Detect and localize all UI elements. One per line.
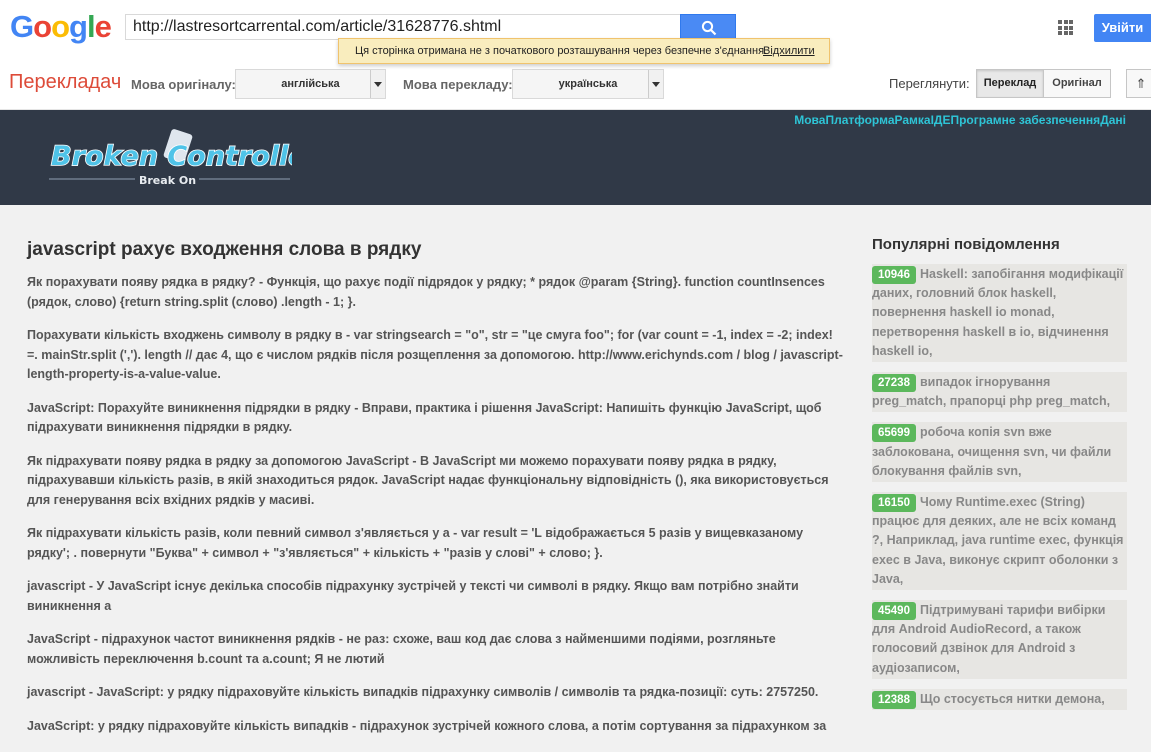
article-paragraph: Як підрахувати появу рядка в рядку за до…: [27, 453, 829, 507]
view-label: Переглянути:: [889, 76, 970, 91]
article-paragraph: JavaScript - підрахунок частот виникненн…: [27, 632, 776, 666]
nav-item-software[interactable]: Програмне забезпечення: [950, 113, 1100, 127]
sidebar-title: Популярні повідомлення: [872, 236, 1060, 253]
chevron-down-icon: [648, 70, 663, 98]
translate-toolbar: Перекладач Мова оригіналу: англійська Мо…: [0, 56, 1151, 110]
google-logo[interactable]: Google: [10, 9, 112, 45]
notice-text: Ця сторінка отримана не з початкового ро…: [355, 45, 768, 57]
popular-post-item[interactable]: 12388 Що стосується нитки демона,: [872, 688, 1127, 711]
nav-item-framework[interactable]: Рамка: [895, 113, 931, 127]
article: javascript рахує входження слова в рядку…: [27, 237, 847, 750]
popular-post-item[interactable]: 10946 Haskell: запобігання модифікації да…: [872, 264, 1127, 363]
source-language-select[interactable]: англійська: [235, 69, 386, 99]
article-paragraph: JavaScript: Порахуйте виникнення підрядк…: [27, 400, 822, 435]
target-language-select[interactable]: українська: [512, 69, 664, 99]
view-count-badge: 12388: [872, 690, 916, 709]
popular-post-item[interactable]: 16150 Чому Runtime.exec (String) працює д…: [872, 492, 1127, 591]
chevron-down-icon: [370, 70, 385, 98]
post-text[interactable]: Що стосується нитки демона,: [920, 692, 1105, 706]
dismiss-link[interactable]: Відхилити: [763, 39, 815, 63]
nav-item-language[interactable]: Мова: [794, 113, 825, 127]
collapse-arrow-icon: ⇑: [1135, 76, 1147, 91]
source-language-label: Мова оригіналу:: [131, 77, 236, 92]
signin-button[interactable]: Увійти: [1094, 14, 1151, 42]
translator-title[interactable]: Перекладач: [9, 71, 121, 94]
view-count-badge: 16150: [872, 494, 916, 513]
apps-grid-icon[interactable]: [1058, 20, 1073, 35]
view-count-badge: 10946: [872, 266, 916, 284]
popular-post-item[interactable]: 27238 випадок ігнорування preg_match, пра…: [872, 372, 1127, 413]
target-language-label: Мова перекладу:: [403, 77, 513, 92]
view-translation-button[interactable]: Переклад: [976, 69, 1044, 98]
svg-text:Break On: Break On: [139, 174, 196, 187]
nav-item-ide[interactable]: IДЕ: [931, 113, 951, 127]
site-nav: МоваПлатформаРамкаIДЕПрограмне забезпече…: [794, 113, 1126, 127]
search-button[interactable]: [680, 14, 736, 41]
popular-post-item[interactable]: 65699 робоча копія svn вже заблокована, о…: [872, 422, 1127, 483]
article-paragraph: JavaScript: у рядку підраховуйте кількіс…: [27, 718, 827, 733]
article-paragraph: Порахувати кількість входжень символу в …: [27, 328, 843, 381]
collapse-toolbar-button[interactable]: ⇑: [1126, 69, 1151, 98]
article-paragraph: javascript - У JavaScript існує декілька…: [27, 579, 799, 613]
security-notice: Ця сторінка отримана не з початкового ро…: [338, 38, 830, 64]
site-header: Broken Controllers Break On МоваПлатформ…: [0, 110, 1151, 205]
popular-posts-sidebar: Популярні повідомлення 10946 Haskell: зап…: [872, 234, 1127, 720]
svg-text:Broken Controllers: Broken Controllers: [51, 141, 292, 172]
view-original-button[interactable]: Оригінал: [1043, 69, 1111, 98]
article-paragraph: Як порахувати появу рядка в рядку? - Фун…: [27, 275, 825, 309]
view-count-badge: 27238: [872, 374, 916, 393]
article-paragraph: javascript - JavaScript: у рядку підрахо…: [27, 685, 819, 699]
broken-controllers-logo[interactable]: Broken Controllers Break On: [47, 127, 292, 197]
view-count-badge: 45490: [872, 602, 916, 621]
search-icon: [701, 20, 717, 36]
popular-post-item[interactable]: 45490 Підтримувані тарифи вибірки для And…: [872, 600, 1127, 679]
article-paragraph: Як підрахувати кількість разів, коли пев…: [27, 526, 804, 560]
url-input[interactable]: http://lastresortcarrental.com/article/3…: [125, 14, 680, 40]
nav-item-data[interactable]: Дані: [1100, 113, 1126, 127]
nav-item-platform[interactable]: Платформа: [825, 113, 894, 127]
article-title: javascript рахує входження слова в рядку: [27, 239, 422, 260]
view-count-badge: 65699: [872, 424, 916, 443]
